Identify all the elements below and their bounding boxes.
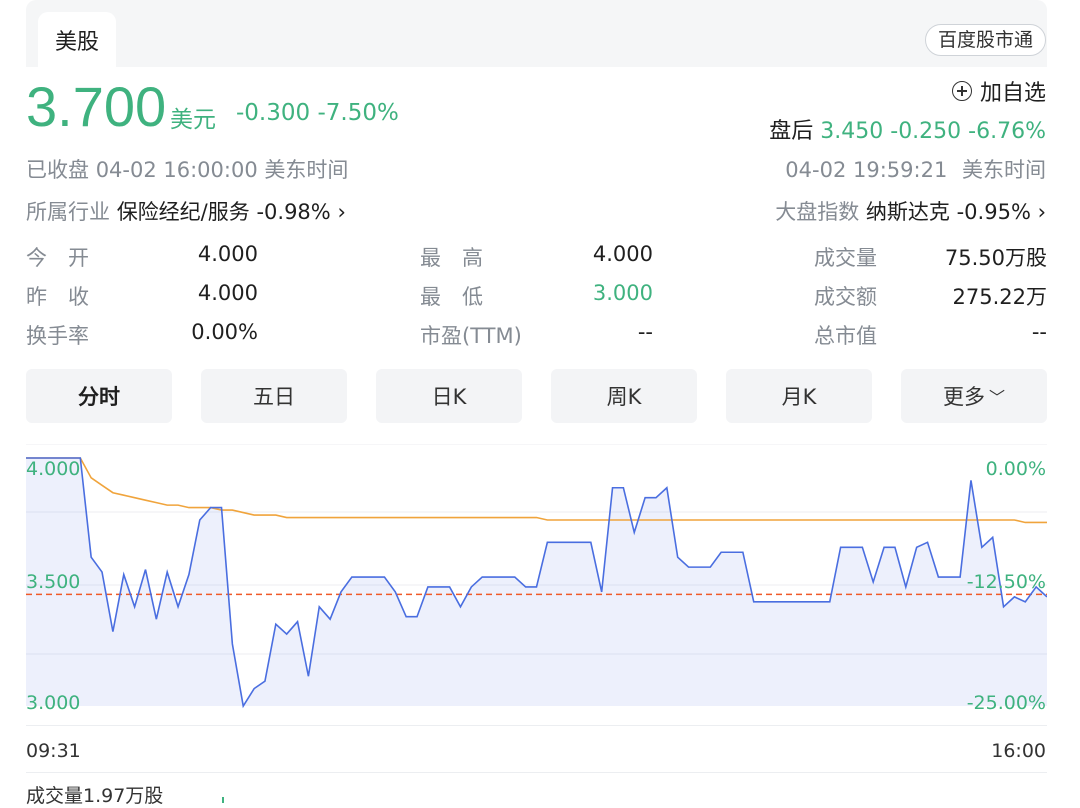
index-pct: -0.95% xyxy=(956,200,1031,224)
stat-value-high: 4.000 xyxy=(592,242,653,266)
tab-daily-k[interactable]: 日K xyxy=(376,369,522,423)
industry-link[interactable]: 所属行业 保险经纪/服务 -0.98% › xyxy=(26,196,346,226)
divider xyxy=(26,772,1047,773)
y-right-tick-bottom: -25.00% xyxy=(966,692,1046,714)
add-watchlist-label: 加自选 xyxy=(979,81,1046,106)
stat-label-high: 最 高 xyxy=(420,246,483,270)
market-status: 已收盘 04-02 16:00:00 美东时间 xyxy=(26,154,348,184)
y-right-tick-mid: -12.50% xyxy=(966,571,1046,593)
stat-value-market-cap: -- xyxy=(1031,320,1047,344)
chevron-right-icon: › xyxy=(1037,200,1046,224)
after-hours-pct: -6.76% xyxy=(968,119,1046,144)
change-percent: -7.50% xyxy=(317,100,399,126)
tab-monthly-k[interactable]: 月K xyxy=(726,369,872,423)
stat-label-turnover-rate: 换手率 xyxy=(26,324,89,348)
tab-more-label: 更多 xyxy=(942,385,985,409)
after-hours-price: 3.450 xyxy=(820,119,884,144)
price-area-fill xyxy=(26,458,1047,706)
industry-name: 保险经纪/服务 xyxy=(116,200,250,224)
average-price-line xyxy=(26,457,1047,524)
stat-value-open: 4.000 xyxy=(197,242,258,266)
y-left-tick-top: 4.000 xyxy=(26,458,81,480)
close-time: 04-02 16:00:00 xyxy=(95,158,258,182)
tab-us-stocks[interactable]: 美股 xyxy=(38,12,116,67)
last-price: 3.700 xyxy=(26,75,167,138)
after-hours-label: 盘后 xyxy=(769,119,814,144)
index-label: 大盘指数 xyxy=(775,200,860,224)
stat-label-prev-close: 昨 收 xyxy=(26,285,89,309)
tab-more[interactable]: 更多 ﹀ xyxy=(901,369,1047,423)
status-text: 已收盘 xyxy=(26,158,89,182)
tab-intraday[interactable]: 分时 xyxy=(26,369,172,423)
stat-value-turnover-rate: 0.00% xyxy=(191,320,258,344)
stat-value-prev-close: 4.000 xyxy=(197,281,258,305)
volume-bar xyxy=(222,797,224,803)
stat-label-open: 今 开 xyxy=(26,246,89,270)
after-time: 04-02 19:59:21 xyxy=(785,158,948,182)
market-tab-bar xyxy=(26,0,1047,67)
y-left-tick-bottom: 3.000 xyxy=(26,692,81,714)
price-unit: 美元 xyxy=(170,107,216,133)
y-left-tick-mid: 3.500 xyxy=(26,571,81,593)
stat-value-volume: 75.50万股 xyxy=(944,246,1047,270)
intraday-chart[interactable] xyxy=(26,443,1048,726)
timezone: 美东时间 xyxy=(264,158,349,182)
stat-value-turnover: 275.22万 xyxy=(952,285,1047,309)
stat-label-turnover: 成交额 xyxy=(814,285,877,309)
chevron-right-icon: › xyxy=(337,200,346,224)
x-tick-end: 16:00 xyxy=(991,740,1046,762)
after-hours-change: -0.250 xyxy=(890,119,962,144)
stat-value-pe: -- xyxy=(637,320,653,344)
stat-label-market-cap: 总市值 xyxy=(814,324,877,348)
brand-badge[interactable]: 百度股市通 xyxy=(924,24,1046,56)
y-right-tick-top: 0.00% xyxy=(985,458,1046,480)
tab-weekly-k[interactable]: 周K xyxy=(551,369,697,423)
after-hours-quote: 盘后 3.450 -0.250 -6.76% xyxy=(769,113,1046,145)
volume-label: 成交量1.97万股 xyxy=(26,785,164,807)
index-link[interactable]: 大盘指数 纳斯达克 -0.95% › xyxy=(775,196,1046,226)
index-name: 纳斯达克 xyxy=(865,200,950,224)
intraday-chart-svg xyxy=(26,443,1048,726)
industry-pct: -0.98% xyxy=(256,200,331,224)
x-tick-start: 09:31 xyxy=(26,740,81,762)
add-watchlist-button[interactable]: 加自选 xyxy=(951,75,1046,107)
tab-five-day[interactable]: 五日 xyxy=(201,369,347,423)
price-change: -0.300 -7.50% xyxy=(236,100,399,126)
after-timezone: 美东时间 xyxy=(962,158,1046,182)
stat-label-pe: 市盈(TTM) xyxy=(420,324,522,348)
chevron-down-icon: ﹀ xyxy=(988,388,1005,407)
stat-label-volume: 成交量 xyxy=(814,246,877,270)
stat-value-low: 3.000 xyxy=(592,281,653,305)
after-hours-time: 04-02 19:59:21 美东时间 xyxy=(785,154,1046,184)
industry-label: 所属行业 xyxy=(26,200,110,224)
plus-circle-icon xyxy=(951,81,972,101)
stat-label-low: 最 低 xyxy=(420,285,483,309)
change-value: -0.300 xyxy=(236,100,311,126)
